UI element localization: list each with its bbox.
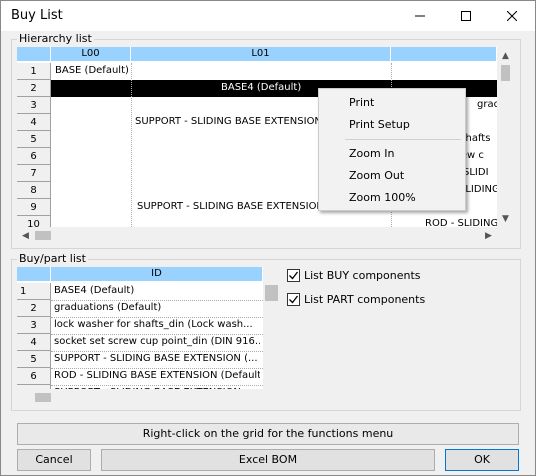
menu-item-print[interactable]: Print bbox=[349, 96, 374, 109]
buy-list-window: Buy List Hierarchy list L00 L01 1 BASE (… bbox=[0, 0, 536, 476]
list-part-checkbox[interactable]: List PART components bbox=[287, 293, 425, 306]
scroll-thumb[interactable] bbox=[35, 393, 51, 402]
row-divider bbox=[51, 351, 263, 352]
row-header[interactable]: 2 bbox=[17, 300, 51, 317]
column-header-extra[interactable] bbox=[391, 47, 497, 61]
scroll-right-arrow-icon[interactable]: ▶ bbox=[480, 227, 497, 244]
menu-item-zoom-in[interactable]: Zoom In bbox=[349, 147, 394, 160]
row-divider bbox=[51, 300, 263, 301]
row-divider bbox=[51, 368, 263, 369]
grid-cell[interactable]: socket set screw cup point_din (DIN 916.… bbox=[54, 336, 260, 347]
row-header[interactable]: 3 bbox=[17, 97, 51, 114]
row-header[interactable]: 3 bbox=[17, 317, 51, 334]
checkmark-icon bbox=[289, 271, 299, 280]
grid-cell[interactable]: gradu bbox=[477, 99, 497, 110]
hierarchy-horizontal-scrollbar[interactable]: ◀ ▶ bbox=[17, 227, 497, 244]
grid-cell[interactable]: graduations (Default) bbox=[54, 302, 161, 313]
row-header[interactable]: 9 bbox=[17, 199, 51, 216]
row-header[interactable]: 5 bbox=[17, 131, 51, 148]
row-header[interactable]: 5 bbox=[17, 351, 51, 368]
buypart-grid[interactable]: ID 1 BASE4 (Default) 2 graduations (Defa… bbox=[17, 267, 263, 389]
header-corner bbox=[17, 47, 51, 61]
row-divider bbox=[51, 334, 263, 335]
checkbox-box[interactable] bbox=[287, 269, 300, 282]
row-header[interactable]: 10 bbox=[17, 216, 51, 227]
checkmark-icon bbox=[289, 295, 299, 304]
list-buy-label: List BUY components bbox=[304, 269, 421, 282]
column-header-l00[interactable]: L00 bbox=[51, 47, 131, 61]
column-header-l01[interactable]: L01 bbox=[131, 47, 391, 61]
scroll-left-arrow-icon[interactable]: ◀ bbox=[17, 227, 34, 244]
column-header-id[interactable]: ID bbox=[51, 267, 263, 281]
grid-cell[interactable]: ROD - SLIDING bbox=[425, 218, 497, 227]
row-header[interactable]: 4 bbox=[17, 114, 51, 131]
maximize-icon bbox=[461, 11, 471, 21]
grid-cell[interactable]: SLIDI bbox=[463, 167, 489, 178]
scroll-up-arrow-icon[interactable]: ▲ bbox=[497, 47, 514, 64]
minimize-button[interactable] bbox=[397, 1, 443, 31]
ok-button[interactable]: OK bbox=[445, 449, 519, 471]
hierarchy-vertical-scrollbar[interactable]: ▲ ▼ bbox=[497, 47, 514, 227]
scroll-down-arrow-icon[interactable]: ▼ bbox=[497, 210, 514, 227]
buypart-horizontal-scrollbar[interactable] bbox=[17, 389, 280, 406]
buypart-vertical-scrollbar[interactable] bbox=[263, 267, 280, 389]
row-divider bbox=[51, 317, 263, 318]
column-divider bbox=[131, 63, 132, 227]
row-header[interactable]: 2 bbox=[17, 80, 51, 97]
grid-cell[interactable]: BASE4 (Default) bbox=[221, 82, 301, 93]
list-part-label: List PART components bbox=[304, 293, 426, 306]
context-menu: Print Print Setup Zoom In Zoom Out Zoom … bbox=[318, 88, 466, 211]
grid-cell[interactable]: lock washer for shafts_din (Lock wash... bbox=[54, 319, 260, 330]
title-bar: Buy List bbox=[1, 1, 535, 31]
grid-cell[interactable]: SUPPORT - SLIDING BASE EXTENSION ( bbox=[137, 201, 347, 212]
menu-item-zoom-out[interactable]: Zoom Out bbox=[349, 169, 404, 182]
row-header[interactable]: 6 bbox=[17, 368, 51, 385]
grid-cell[interactable]: BASE4 (Default) bbox=[54, 285, 134, 296]
close-button[interactable] bbox=[489, 1, 535, 31]
row-divider bbox=[51, 385, 263, 386]
header-corner bbox=[17, 267, 51, 281]
minimize-icon bbox=[415, 15, 425, 17]
cancel-button[interactable]: Cancel bbox=[17, 449, 91, 471]
close-icon bbox=[507, 11, 517, 21]
menu-separator bbox=[345, 139, 461, 140]
window-title: Buy List bbox=[11, 8, 63, 23]
menu-item-zoom-100[interactable]: Zoom 100% bbox=[349, 191, 416, 204]
hierarchy-label: Hierarchy list bbox=[17, 32, 94, 45]
maximize-button[interactable] bbox=[443, 1, 489, 31]
excel-bom-button[interactable]: Excel BOM bbox=[101, 449, 435, 471]
scroll-thumb[interactable] bbox=[35, 231, 51, 240]
scroll-thumb[interactable] bbox=[501, 65, 510, 81]
row-header[interactable]: 4 bbox=[17, 334, 51, 351]
grid-cell[interactable]: SUPPORT - SLIDING BASE EXTENSION (... bbox=[54, 353, 260, 364]
buypart-label: Buy/part list bbox=[17, 252, 88, 265]
grid-cell[interactable]: ROD - SLIDING BASE EXTENSION (Default) bbox=[54, 370, 260, 381]
grid-cell[interactable]: BASE (Default) bbox=[55, 65, 129, 76]
list-buy-checkbox[interactable]: List BUY components bbox=[287, 269, 421, 282]
grid-cell[interactable]: SUPPORT - SLIDING BASE EXTENSION ( bbox=[135, 116, 345, 127]
row-header[interactable]: 1 bbox=[17, 283, 51, 300]
checkbox-box[interactable] bbox=[287, 293, 300, 306]
row-header[interactable]: 6 bbox=[17, 148, 51, 165]
status-message: Right-click on the grid for the function… bbox=[17, 423, 519, 445]
row-header[interactable]: 8 bbox=[17, 182, 51, 199]
scroll-thumb[interactable] bbox=[265, 285, 278, 301]
row-header[interactable]: 7 bbox=[17, 165, 51, 182]
row-header[interactable]: 1 bbox=[17, 63, 51, 80]
menu-item-print-setup[interactable]: Print Setup bbox=[349, 118, 410, 131]
